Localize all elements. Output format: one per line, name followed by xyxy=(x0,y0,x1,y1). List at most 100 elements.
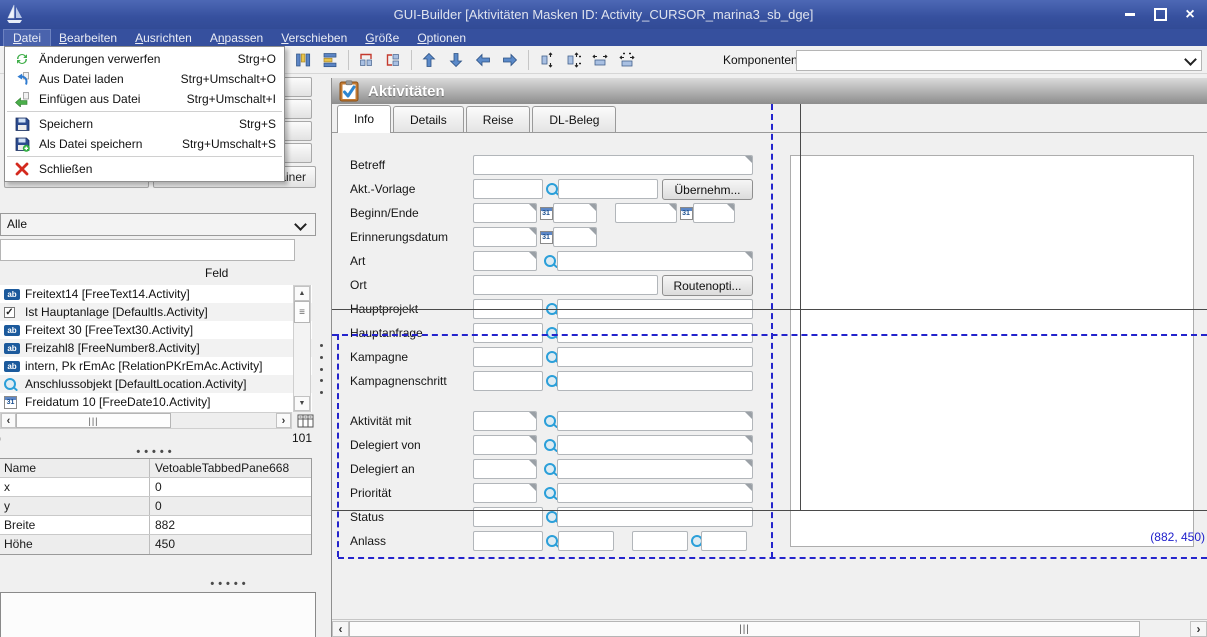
snap-top-icon[interactable] xyxy=(355,49,377,71)
minimize-button[interactable] xyxy=(1123,8,1137,22)
form-field-beginn-ende[interactable] xyxy=(553,203,597,223)
maximize-button[interactable] xyxy=(1153,8,1167,22)
menubar-item-optionen[interactable]: Optionen xyxy=(408,30,475,46)
field-list-item-ist[interactable]: ✓Ist Hauptanlage [DefaultIs.Activity] xyxy=(0,303,312,321)
scroll-left-button[interactable]: ‹ xyxy=(1,413,16,428)
table-grid-icon[interactable] xyxy=(297,412,314,429)
move-up-icon[interactable] xyxy=(418,49,440,71)
lookup-icon[interactable] xyxy=(543,483,557,503)
button-routenopti[interactable]: Routenopti... xyxy=(662,275,753,296)
scrollbar-thumb[interactable]: ||| xyxy=(16,413,171,428)
lookup-icon[interactable] xyxy=(543,411,557,431)
tab-info[interactable]: Info xyxy=(337,105,391,133)
form-field-hauptanfrage[interactable] xyxy=(473,323,543,343)
move-right-icon[interactable] xyxy=(499,49,521,71)
form-field-aktivität-mit[interactable] xyxy=(473,411,537,431)
align-columns-icon[interactable] xyxy=(292,49,314,71)
scroll-right-button[interactable]: › xyxy=(276,413,291,428)
form-field-akt-vorlage[interactable] xyxy=(558,179,658,199)
field-list-vertical-scrollbar[interactable]: ▲ ≡ ▼ xyxy=(293,285,311,412)
empty-design-panel[interactable] xyxy=(790,155,1194,547)
align-rows-icon[interactable] xyxy=(319,49,341,71)
form-field-kampagne[interactable] xyxy=(557,347,753,367)
field-list-item-freitext14[interactable]: abFreitext14 [FreeText14.Activity] xyxy=(0,285,312,303)
tab-dl-beleg[interactable]: DL-Beleg xyxy=(532,106,616,133)
button-übernehm[interactable]: Übernehm... xyxy=(662,179,753,200)
file-menu-item-aus-datei-laden[interactable]: Aus Datei ladenStrg+Umschalt+O xyxy=(5,69,284,89)
property-row-höhe[interactable]: Höhe450 xyxy=(0,535,311,554)
scroll-up-button[interactable]: ▲ xyxy=(294,286,310,301)
scrollbar-thumb[interactable]: ≡ xyxy=(294,301,310,323)
lookup-icon[interactable] xyxy=(543,459,557,479)
splitter-handle[interactable]: ••••• xyxy=(80,578,380,590)
lookup-icon[interactable] xyxy=(545,179,559,199)
form-field-ort[interactable] xyxy=(473,275,658,295)
tab-reise[interactable]: Reise xyxy=(466,106,531,133)
property-row-x[interactable]: x0 xyxy=(0,478,311,497)
file-menu-item-als-datei-speichern[interactable]: Als Datei speichernStrg+Umschalt+S xyxy=(5,134,284,154)
date-picker-icon[interactable]: 31 xyxy=(539,203,553,223)
form-field-akt-vorlage[interactable] xyxy=(473,179,543,199)
menubar-item-anpassen[interactable]: Anpassen xyxy=(201,30,272,46)
property-row-y[interactable]: y0 xyxy=(0,497,311,516)
move-down-icon[interactable] xyxy=(445,49,467,71)
splitter-handle[interactable]: ••••• xyxy=(0,446,312,458)
date-picker-icon[interactable]: 31 xyxy=(539,227,553,247)
form-field-priorität[interactable] xyxy=(557,483,753,503)
form-field-delegiert-von[interactable] xyxy=(473,435,537,455)
property-row-breite[interactable]: Breite882 xyxy=(0,516,311,535)
close-button[interactable]: × xyxy=(1183,8,1197,22)
form-field-anlass[interactable] xyxy=(558,531,614,551)
form-field-anlass[interactable] xyxy=(632,531,688,551)
lookup-icon[interactable] xyxy=(545,531,559,551)
form-field-art[interactable] xyxy=(557,251,753,271)
file-menu-item-einfügen-aus-datei[interactable]: Einfügen aus DateiStrg+Umschalt+I xyxy=(5,89,284,109)
menubar-item-verschieben[interactable]: Verschieben xyxy=(272,30,356,46)
resize-height-icon[interactable] xyxy=(535,49,557,71)
form-field-kampagnenschritt[interactable] xyxy=(557,371,753,391)
resize-width-icon[interactable] xyxy=(589,49,611,71)
field-list-item-anschlussobjekt[interactable]: Anschlussobjekt [DefaultLocation.Activit… xyxy=(0,375,312,393)
field-list-item-freidatum[interactable]: 31Freidatum 10 [FreeDate10.Activity] xyxy=(0,393,312,411)
form-field-delegiert-an[interactable] xyxy=(473,459,537,479)
form-field-erinnerungsdatum[interactable] xyxy=(473,227,537,247)
form-field-beginn-ende[interactable] xyxy=(473,203,537,223)
menubar-item-größe[interactable]: Größe xyxy=(356,30,408,46)
field-list-item-freizahl8[interactable]: abFreizahl8 [FreeNumber8.Activity] xyxy=(0,339,312,357)
form-field-erinnerungsdatum[interactable] xyxy=(553,227,597,247)
scroll-down-button[interactable]: ▼ xyxy=(294,396,310,411)
form-field-beginn-ende[interactable] xyxy=(693,203,735,223)
lookup-icon[interactable] xyxy=(543,435,557,455)
property-row-name[interactable]: NameVetoableTabbedPane668 xyxy=(0,459,311,478)
form-field-anlass[interactable] xyxy=(701,531,747,551)
komponenten-combobox[interactable] xyxy=(796,50,1202,71)
file-menu-item-änderungen-verwerfen[interactable]: Änderungen verwerfenStrg+O xyxy=(5,49,284,69)
form-field-anlass[interactable] xyxy=(473,531,543,551)
form-field-delegiert-von[interactable] xyxy=(557,435,753,455)
form-field-betreff[interactable] xyxy=(473,155,753,175)
form-field-aktivität-mit[interactable] xyxy=(557,411,753,431)
field-list-horizontal-scrollbar[interactable]: ‹ ||| › xyxy=(0,412,292,429)
file-menu-item-schließen[interactable]: Schließen xyxy=(5,159,284,179)
scrollbar-thumb[interactable]: ||| xyxy=(349,621,1140,637)
menubar-item-bearbeiten[interactable]: Bearbeiten xyxy=(50,30,126,46)
scroll-right-button[interactable]: › xyxy=(1190,621,1207,637)
lookup-icon[interactable] xyxy=(543,251,557,271)
date-picker-icon[interactable]: 31 xyxy=(679,203,693,223)
field-list-item-freitext[interactable]: abFreitext 30 [FreeText30.Activity] xyxy=(0,321,312,339)
menubar-item-ausrichten[interactable]: Ausrichten xyxy=(126,30,201,46)
vertical-splitter-handle[interactable] xyxy=(317,344,325,394)
tab-details[interactable]: Details xyxy=(393,106,464,133)
main-horizontal-scrollbar[interactable]: ‹ ||| › xyxy=(332,619,1207,637)
field-list-item-intern[interactable]: abintern, Pk rEmAc [RelationPKrEmAc.Acti… xyxy=(0,357,312,375)
file-menu-item-speichern[interactable]: SpeichernStrg+S xyxy=(5,114,284,134)
move-left-icon[interactable] xyxy=(472,49,494,71)
snap-left-icon[interactable] xyxy=(382,49,404,71)
field-search-input[interactable] xyxy=(0,239,295,261)
form-field-beginn-ende[interactable] xyxy=(615,203,677,223)
form-field-priorität[interactable] xyxy=(473,483,537,503)
scroll-left-button[interactable]: ‹ xyxy=(332,621,349,637)
menubar-item-datei[interactable]: Datei xyxy=(4,30,50,46)
form-field-art[interactable] xyxy=(473,251,537,271)
form-field-hauptanfrage[interactable] xyxy=(557,323,753,343)
